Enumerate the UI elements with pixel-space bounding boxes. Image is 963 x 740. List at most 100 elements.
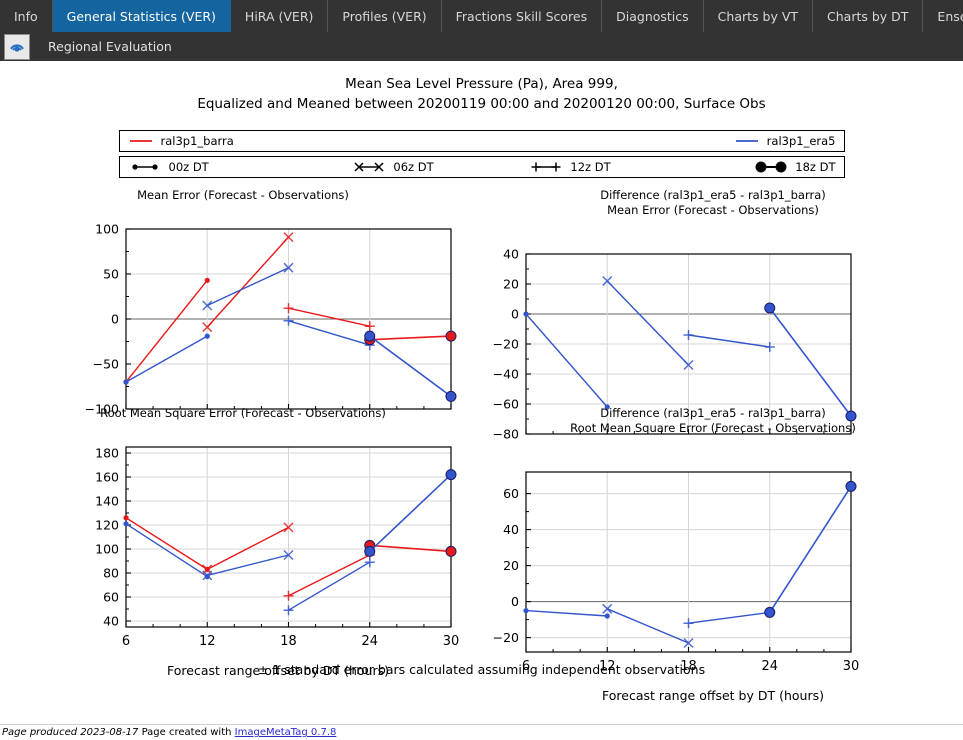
legend-entry-00z-dt: 00z DT bbox=[128, 160, 209, 174]
chart-title-rmse: Root Mean Square Error (Forecast - Obser… bbox=[18, 406, 468, 421]
data-point-marker bbox=[683, 330, 694, 340]
y-tick-label: 160 bbox=[95, 470, 119, 485]
data-point-marker bbox=[604, 613, 610, 619]
chart-panel-mean-error: Mean Error (Forecast - Observations) −100… bbox=[18, 188, 468, 443]
y-tick-label: −50 bbox=[93, 357, 119, 372]
legend-label: ral3p1_barra bbox=[160, 134, 234, 149]
y-tick-label: 60 bbox=[103, 590, 119, 605]
legend-label: 12z DT bbox=[570, 160, 611, 175]
series-06z-dt bbox=[602, 603, 694, 649]
x-tick-label: 30 bbox=[843, 659, 860, 674]
legend-label: 06z DT bbox=[393, 160, 434, 175]
data-point-marker bbox=[364, 330, 376, 342]
y-tick-label: 20 bbox=[503, 277, 519, 292]
tab-ense[interactable]: Ense bbox=[923, 0, 963, 32]
legend-marker-swatch bbox=[354, 162, 384, 172]
title-line-2: Equalized and Meaned between 20200119 00… bbox=[197, 95, 766, 112]
y-tick-label: 100 bbox=[95, 542, 119, 557]
data-point-marker bbox=[764, 302, 776, 314]
tab-label: HiRA (VER) bbox=[244, 8, 314, 24]
x-axis-label-rmse-difference: Forecast range offset by DT (hours) bbox=[602, 688, 824, 703]
y-tick-label: 40 bbox=[503, 522, 519, 537]
legend-entry-12z-dt: 12z DT bbox=[529, 160, 611, 175]
y-tick-label: 140 bbox=[95, 494, 119, 509]
legend-dt-cell: 00z DT bbox=[128, 160, 305, 174]
y-tick-label: 40 bbox=[503, 247, 519, 262]
x-tick-label: 18 bbox=[280, 634, 297, 649]
data-point-marker bbox=[445, 545, 457, 557]
y-tick-label: 40 bbox=[103, 614, 119, 629]
y-tick-label: 0 bbox=[511, 307, 519, 322]
series-00z-dt bbox=[523, 311, 610, 410]
series-ral3p1_era5-18z-dt bbox=[364, 469, 457, 557]
legend-dt-cell: 06z DT bbox=[305, 160, 482, 174]
app-header: Regional Evaluation bbox=[0, 32, 963, 61]
page-content: Mean Sea Level Pressure (Pa), Area 999, … bbox=[0, 61, 963, 740]
series-ral3p1_barra-12z-dt bbox=[283, 303, 375, 332]
series-ral3p1_era5-00z-dt bbox=[123, 333, 210, 385]
y-tick-label: 120 bbox=[95, 518, 119, 533]
legend-line-swatch bbox=[735, 140, 758, 143]
tab-info[interactable]: Info bbox=[0, 0, 53, 32]
x-tick-label: 12 bbox=[199, 634, 216, 649]
legend-marker-swatch bbox=[755, 161, 787, 173]
y-tick-label: −40 bbox=[493, 367, 519, 382]
tab-label: Ense bbox=[937, 8, 963, 24]
tab-general-statistics-ver[interactable]: General Statistics (VER) bbox=[52, 0, 231, 32]
chart-title-line-2: Root Mean Square Error (Forecast - Obser… bbox=[570, 421, 856, 436]
series-ral3p1_era5-12z-dt bbox=[283, 315, 375, 351]
data-point-marker bbox=[123, 521, 129, 527]
data-point-marker bbox=[123, 515, 129, 521]
data-point-marker bbox=[283, 315, 294, 326]
y-tick-label: 50 bbox=[103, 267, 119, 282]
chart-main-title: Mean Sea Level Pressure (Pa), Area 999, … bbox=[0, 61, 963, 114]
chart-title-line-1: Difference (ral3p1_era5 - ral3p1_barra) bbox=[600, 406, 826, 421]
imagemetatag-link[interactable]: ImageMetaTag 0.7.8 bbox=[235, 727, 337, 738]
data-point-marker bbox=[845, 480, 857, 492]
x-tick-label: 18 bbox=[680, 659, 697, 674]
data-time-legend: 00z DT 06z DT 12z DT 18z DT bbox=[118, 156, 845, 179]
x-tick-label: 30 bbox=[443, 634, 460, 649]
data-point-marker bbox=[445, 469, 457, 481]
x-tick-label: 6 bbox=[122, 634, 130, 649]
legend-label: 18z DT bbox=[795, 160, 836, 175]
data-point-marker bbox=[445, 330, 457, 342]
chart-panel-rmse-difference: Difference (ral3p1_era5 - ral3p1_barra) R… bbox=[488, 406, 938, 703]
series-ral3p1_era5-06z-dt bbox=[202, 262, 294, 311]
data-point-marker bbox=[283, 303, 294, 314]
model-legend: ral3p1_barra ral3p1_era5 bbox=[118, 130, 845, 153]
chart-title-rmse-difference: Difference (ral3p1_era5 - ral3p1_barra) R… bbox=[488, 406, 938, 436]
series-12z-dt bbox=[683, 330, 775, 352]
legend-dt-cell: 12z DT bbox=[482, 160, 659, 174]
tab-label: Charts by DT bbox=[827, 8, 909, 24]
footer-created-with: Page created with bbox=[141, 727, 232, 738]
y-tick-label: −20 bbox=[493, 337, 519, 352]
tab-profiles-ver[interactable]: Profiles (VER) bbox=[328, 0, 442, 32]
chart-panel-rmse: Root Mean Square Error (Forecast - Obser… bbox=[18, 406, 468, 678]
data-point-marker bbox=[523, 608, 529, 614]
chart-title-line-2: Mean Error (Forecast - Observations) bbox=[607, 203, 819, 218]
tab-label: Charts by VT bbox=[717, 8, 799, 24]
tab-fractions-skill-scores[interactable]: Fractions Skill Scores bbox=[442, 0, 603, 32]
series-ral3p1_era5-18z-dt bbox=[364, 330, 457, 402]
tab-charts-by-dt[interactable]: Charts by DT bbox=[813, 0, 924, 32]
series-ral3p1_era5-12z-dt bbox=[283, 557, 375, 616]
tab-hira-ver[interactable]: HiRA (VER) bbox=[231, 0, 329, 32]
tab-charts-by-vt[interactable]: Charts by VT bbox=[704, 0, 814, 32]
series-06z-dt bbox=[602, 275, 694, 371]
tab-label: Profiles (VER) bbox=[342, 8, 427, 24]
chart-plot-mean-error: −100−50050100 bbox=[85, 222, 457, 417]
radar-signal-icon bbox=[4, 33, 30, 60]
y-tick-label: 0 bbox=[511, 594, 519, 609]
y-tick-label: 180 bbox=[95, 446, 119, 461]
legend-marker-swatch bbox=[531, 162, 561, 172]
chart-title-mean-error: Mean Error (Forecast - Observations) bbox=[18, 188, 468, 203]
legend-entry-06z-dt: 06z DT bbox=[352, 160, 434, 175]
data-point-marker bbox=[123, 379, 129, 385]
tab-diagnostics[interactable]: Diagnostics bbox=[602, 0, 704, 32]
legend-line-swatch bbox=[129, 140, 152, 143]
legend-label: ral3p1_era5 bbox=[766, 134, 836, 149]
series-ral3p1_barra-00z-dt bbox=[123, 515, 210, 573]
chart-plot-rmse-difference: −20 0 20 40 60 6 12 18 24 30 bbox=[493, 471, 860, 674]
legend-dt-cell: 18z DT bbox=[659, 160, 836, 174]
